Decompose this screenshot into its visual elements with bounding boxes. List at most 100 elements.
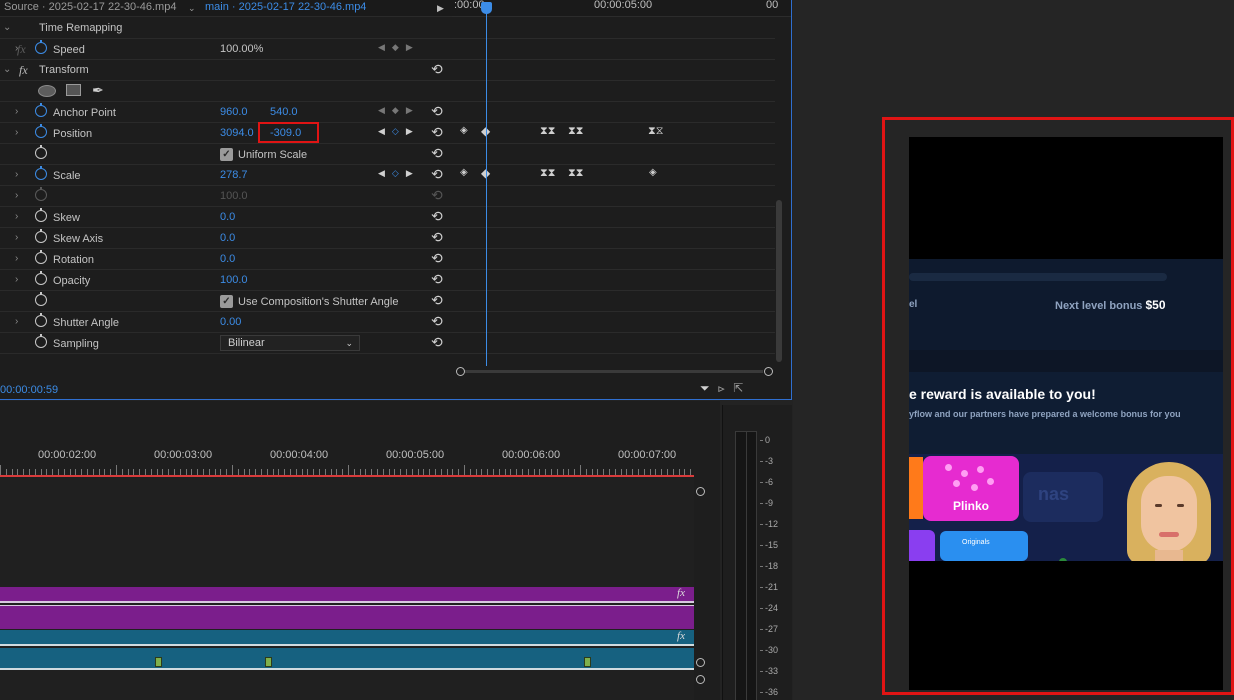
reset-icon[interactable]: ⟲ [431, 313, 443, 330]
composition-shutter-checkbox[interactable]: ✓ [220, 295, 233, 308]
fx-badge-icon[interactable]: fx [677, 630, 685, 642]
keyframe-marker[interactable]: ⧗⧗ [568, 125, 583, 138]
scroll-handle-right[interactable] [764, 367, 773, 376]
stopwatch-icon[interactable] [35, 166, 47, 180]
reset-icon[interactable]: ⟲ [431, 208, 443, 225]
uniform-scale-checkbox[interactable]: ✓ [220, 148, 233, 161]
stopwatch-icon[interactable] [35, 292, 47, 306]
keyframe-marker[interactable]: ⧗⧗ [540, 167, 555, 180]
stopwatch-icon[interactable] [35, 40, 47, 54]
keyframe-ruler[interactable]: :00:00 00:00:05:00 00 [452, 0, 791, 17]
keyframe-navigator[interactable]: ◀◇▶ [378, 168, 420, 179]
audio-clip-upper[interactable]: fx [0, 630, 694, 646]
stopwatch-icon[interactable] [35, 313, 47, 327]
stopwatch-icon[interactable] [35, 208, 47, 222]
clip-marker[interactable] [155, 657, 162, 667]
chevron-right-icon[interactable]: › [15, 190, 18, 201]
chevron-down-icon[interactable]: ⌄ [3, 64, 11, 75]
speed-value[interactable]: 100.00% [220, 43, 263, 55]
clip-marker[interactable] [265, 657, 272, 667]
chevron-right-icon[interactable]: › [15, 316, 18, 327]
anchor-point-x[interactable]: 960.0 [220, 106, 248, 118]
playhead-line[interactable] [486, 4, 487, 366]
rectangle-mask-icon[interactable] [66, 84, 81, 96]
keyframe-navigator[interactable]: ◀◆▶ [378, 105, 420, 116]
keyframe-marker[interactable]: ⧗⧗ [540, 125, 555, 138]
position-x[interactable]: 3094.0 [220, 127, 254, 139]
pen-mask-icon[interactable]: ✒ [92, 82, 104, 99]
vertical-scrollbar[interactable] [776, 200, 782, 362]
export-icon[interactable]: ⇱ [733, 381, 751, 395]
keyframe-diamond-icon[interactable]: ◇ [392, 168, 406, 178]
ellipse-mask-icon[interactable] [38, 85, 56, 97]
timeline-vertical-scrollbar[interactable] [696, 487, 705, 697]
chevron-down-icon[interactable]: ⌄ [3, 22, 11, 33]
transform-section[interactable]: ⌄ fx Transform ⟲ [0, 60, 452, 81]
timeline-panel[interactable]: 00:00:02:00 00:00:03:00 00:00:04:00 00:0… [0, 401, 720, 700]
stopwatch-icon[interactable] [35, 250, 47, 264]
reset-icon[interactable]: ⟲ [431, 250, 443, 267]
video-clip-lower[interactable] [0, 605, 694, 629]
chevron-right-icon[interactable]: › [15, 211, 18, 222]
keyframe-marker[interactable]: ⧗⧖ [648, 125, 663, 138]
keyframe-marker[interactable]: ◈ [460, 167, 468, 178]
stopwatch-icon[interactable] [35, 271, 47, 285]
stopwatch-icon[interactable] [35, 145, 47, 159]
program-video-frame[interactable]: el Next level bonus $50 e reward is avai… [909, 137, 1223, 690]
stopwatch-icon[interactable] [35, 103, 47, 117]
reset-icon[interactable]: ⟲ [431, 292, 443, 309]
anchor-point-y[interactable]: 540.0 [270, 106, 298, 118]
chevron-right-icon[interactable]: › [15, 232, 18, 243]
chevron-down-icon[interactable]: ⌄ [188, 3, 196, 14]
reset-icon[interactable]: ⟲ [431, 166, 443, 183]
keyframe-marker[interactable]: ◈ [649, 167, 657, 178]
scroll-handle-top[interactable] [696, 487, 705, 496]
reset-icon[interactable]: ⟲ [431, 103, 443, 120]
shutter-angle-value[interactable]: 0.00 [220, 316, 241, 328]
scroll-handle-left[interactable] [456, 367, 465, 376]
scroll-track[interactable] [465, 370, 763, 373]
stopwatch-icon[interactable] [35, 124, 47, 138]
keyframe-timeline[interactable]: :00:00 00:00:05:00 00 ◈ ◆ ⧗⧗ ⧗⧗ ⧗⧖ ◈ [452, 0, 791, 400]
playhead-handle[interactable] [481, 2, 492, 14]
stopwatch-icon[interactable] [35, 334, 47, 348]
rotation-value[interactable]: 0.0 [220, 253, 235, 265]
current-timecode[interactable]: 00:00:00:59 [0, 384, 58, 396]
timeline-ruler-ticks[interactable] [0, 465, 694, 475]
stopwatch-icon[interactable] [35, 229, 47, 243]
sampling-select[interactable]: Bilinear ⌄ [220, 335, 360, 351]
fx-badge-icon[interactable]: fx [677, 587, 685, 599]
reset-icon[interactable]: ⟲ [431, 145, 443, 162]
reset-icon[interactable]: ⟲ [431, 271, 443, 288]
zoom-scrollbar[interactable] [456, 367, 773, 376]
reset-icon[interactable]: ⟲ [431, 61, 443, 78]
reset-icon[interactable]: ⟲ [431, 229, 443, 246]
video-clip-upper[interactable]: fx [0, 587, 694, 603]
chevron-right-icon[interactable]: › [15, 169, 18, 180]
skew-axis-value[interactable]: 0.0 [220, 232, 235, 244]
chevron-right-icon[interactable]: › [15, 127, 18, 138]
opacity-value[interactable]: 100.0 [220, 274, 248, 286]
time-remapping-section[interactable]: ⌄ Time Remapping [0, 18, 452, 39]
chevron-right-icon[interactable]: › [15, 274, 18, 285]
scale-value[interactable]: 278.7 [220, 169, 248, 181]
keyframe-diamond-icon[interactable]: ◇ [392, 126, 406, 136]
keyframe-navigator[interactable]: ◀◆▶ [378, 42, 420, 53]
clip-marker[interactable] [584, 657, 591, 667]
keyframe-navigator[interactable]: ◀◇▶ [378, 126, 420, 137]
chevron-right-icon[interactable]: › [15, 106, 18, 117]
fx-icon[interactable]: fx [19, 63, 28, 78]
source-clip-tab[interactable]: Source · 2025-02-17 22-30-46.mp4 [4, 1, 176, 13]
keyframe-marker[interactable]: ⧗⧗ [568, 167, 583, 180]
scroll-handle-bottom[interactable] [696, 658, 705, 667]
keyframe-marker[interactable]: ◈ [460, 125, 468, 136]
play-only-audio-icon[interactable]: ▶ [437, 3, 444, 14]
skew-value[interactable]: 0.0 [220, 211, 235, 223]
scroll-handle-bottom[interactable] [696, 675, 705, 684]
chevron-right-icon[interactable]: › [15, 253, 18, 264]
timeline-tracks[interactable]: fx fx [0, 477, 694, 700]
filter-icon[interactable]: ⏷ [700, 381, 718, 395]
reset-icon[interactable]: ⟲ [431, 124, 443, 141]
sequence-clip-tab[interactable]: main · 2025-02-17 22-30-46.mp4 [205, 1, 366, 13]
play-audio-icon[interactable]: ⊳ [718, 381, 734, 395]
